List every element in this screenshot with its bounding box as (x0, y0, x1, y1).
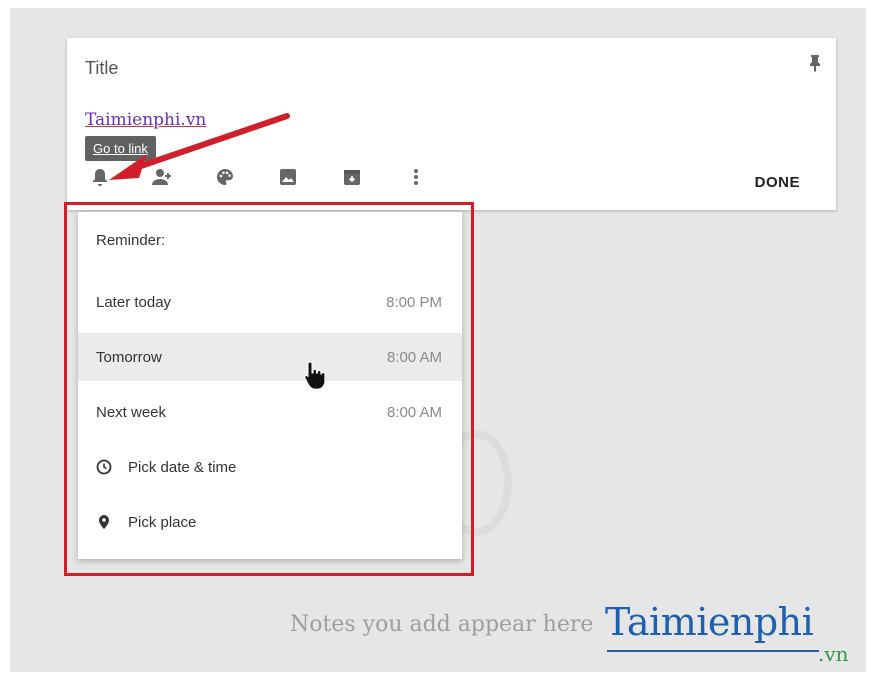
pin-icon[interactable] (808, 54, 822, 72)
archive-icon[interactable] (341, 166, 363, 188)
watermark-tld: .vn (818, 642, 849, 666)
watermark-logo: Taimienphi (605, 600, 814, 644)
red-highlight-box (64, 202, 474, 576)
empty-state-text: Notes you add appear here (290, 612, 594, 637)
done-button[interactable]: DONE (755, 174, 800, 191)
note-title-field[interactable]: Title (85, 58, 118, 79)
hand-cursor-icon (304, 361, 326, 390)
red-arrow-annotation (109, 113, 290, 180)
watermark-underline (607, 650, 819, 652)
more-vert-icon[interactable] (405, 166, 427, 188)
